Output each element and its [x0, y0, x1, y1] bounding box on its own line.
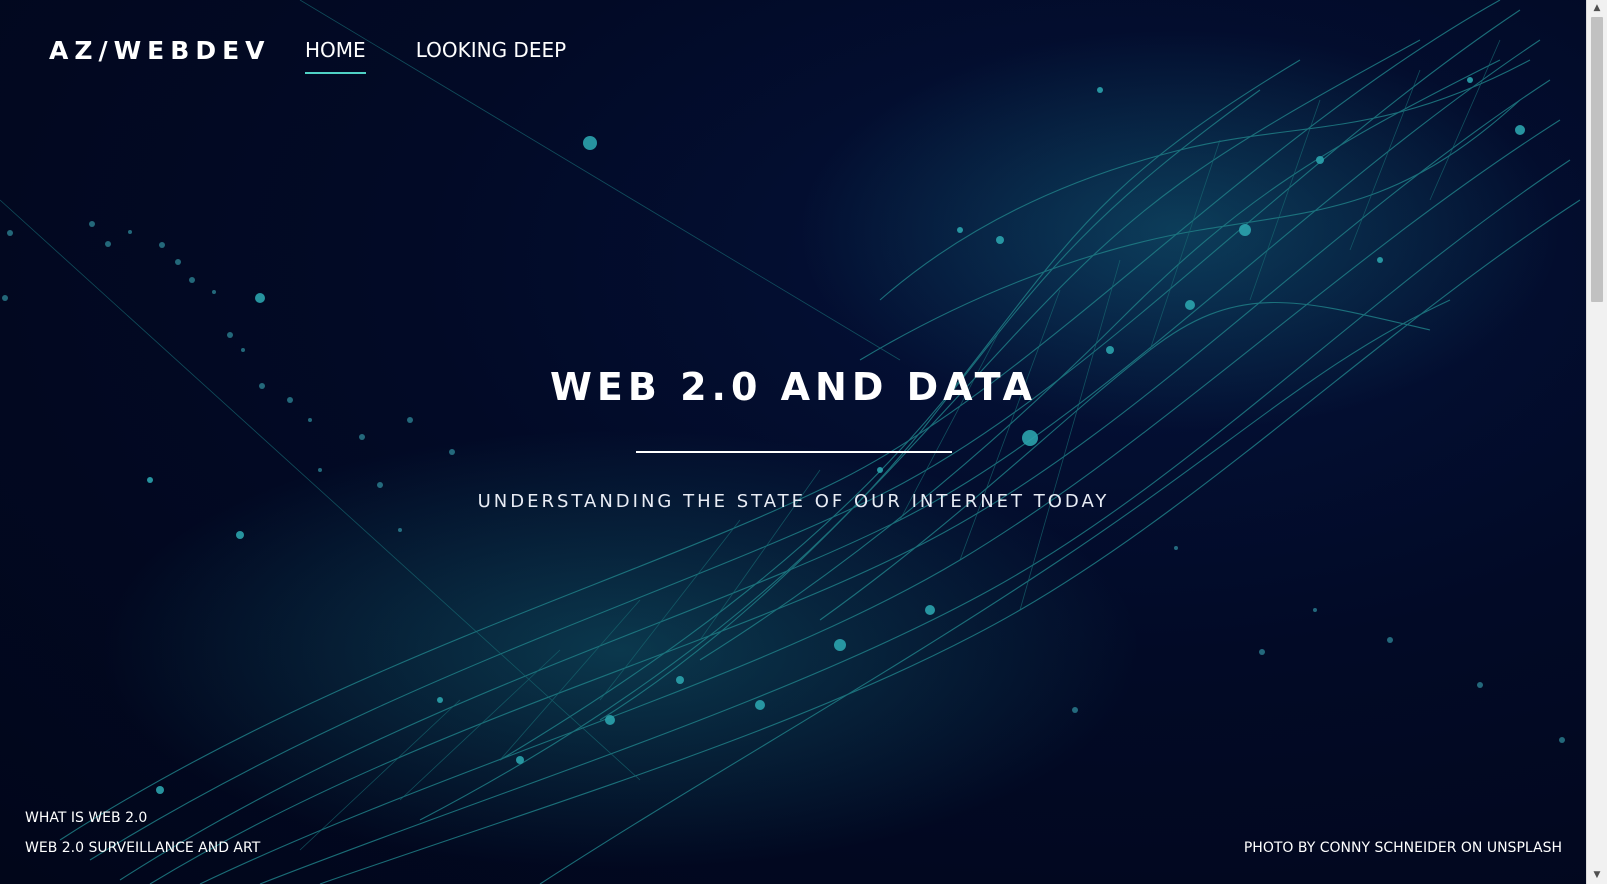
main-nav: HOME LOOKING DEEP — [305, 38, 566, 74]
hero-subtitle: UNDERSTANDING THE STATE OF OUR INTERNET … — [477, 491, 1110, 512]
nav-item-looking-deep[interactable]: LOOKING DEEP — [416, 38, 566, 74]
page: AZ/WEBDEV HOME LOOKING DEEP WEB 2.0 AND … — [0, 0, 1607, 884]
hero: WEB 2.0 AND DATA UNDERSTANDING THE STATE… — [0, 365, 1587, 512]
footer-link-surveillance-art[interactable]: WEB 2.0 SURVEILLANCE AND ART — [25, 840, 260, 856]
site-logo[interactable]: AZ/WEBDEV — [49, 36, 271, 65]
chevron-down-icon[interactable]: ▼ — [1587, 867, 1607, 884]
chevron-up-icon[interactable]: ▲ — [1587, 0, 1607, 17]
scrollbar-thumb[interactable] — [1591, 17, 1603, 302]
nav-item-home[interactable]: HOME — [305, 38, 366, 74]
hero-title: WEB 2.0 AND DATA — [550, 365, 1037, 409]
vertical-scrollbar[interactable]: ▲ ▼ — [1586, 0, 1607, 884]
footer-link-what-is-web2[interactable]: WHAT IS WEB 2.0 — [25, 810, 260, 826]
photo-credit-link[interactable]: PHOTO BY CONNY SCHNEIDER ON UNSPLASH — [1244, 840, 1562, 856]
hero-divider — [635, 451, 952, 453]
footer-links: WHAT IS WEB 2.0 WEB 2.0 SURVEILLANCE AND… — [25, 810, 260, 870]
